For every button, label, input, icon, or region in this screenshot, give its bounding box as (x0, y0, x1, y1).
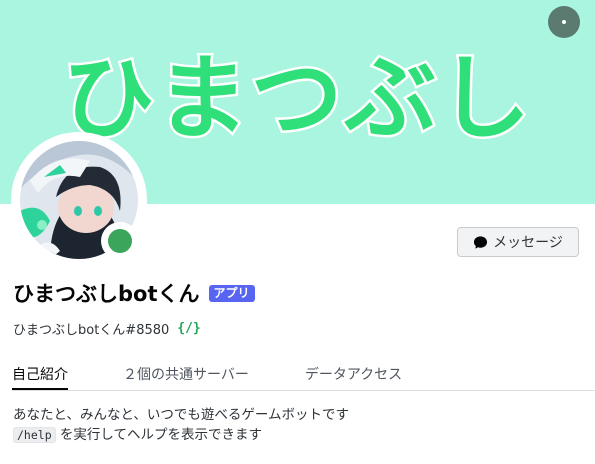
name-row: ひまつぶしbotくん アプリ (13, 278, 255, 308)
active-developer-badge[interactable]: {/} (177, 321, 200, 336)
message-button[interactable]: メッセージ (457, 227, 579, 257)
about-line-2: /help を実行してヘルプを表示できます (13, 425, 349, 445)
message-button-label: メッセージ (493, 235, 563, 251)
chat-bubble-icon (474, 235, 488, 249)
username: ひまつぶしbotくん#8580 (13, 323, 170, 338)
tag-row: ひまつぶしbotくん#8580 {/} (13, 319, 201, 338)
tab-about-me[interactable]: 自己紹介 (12, 364, 68, 390)
display-name: ひまつぶしbotくん (13, 282, 200, 306)
about-me-section: あなたと、みんなと、いつでも遊べるゲームボットです /help を実行してヘルプ… (13, 405, 349, 445)
about-line-1: あなたと、みんなと、いつでも遊べるゲームボットです (13, 407, 350, 423)
tab-mutual-servers[interactable]: ２個の共通サーバー (123, 364, 249, 389)
profile-tabs: 自己紹介 ２個の共通サーバー データアクセス (12, 364, 595, 391)
about-line-2-text: を実行してヘルプを表示できます (55, 427, 263, 443)
help-command-code: /help (13, 427, 56, 443)
online-status-indicator (108, 229, 132, 253)
app-badge: アプリ (208, 284, 255, 302)
more-options-button[interactable] (548, 6, 580, 38)
more-horizontal-icon (562, 20, 566, 24)
tab-data-access[interactable]: データアクセス (305, 364, 402, 389)
